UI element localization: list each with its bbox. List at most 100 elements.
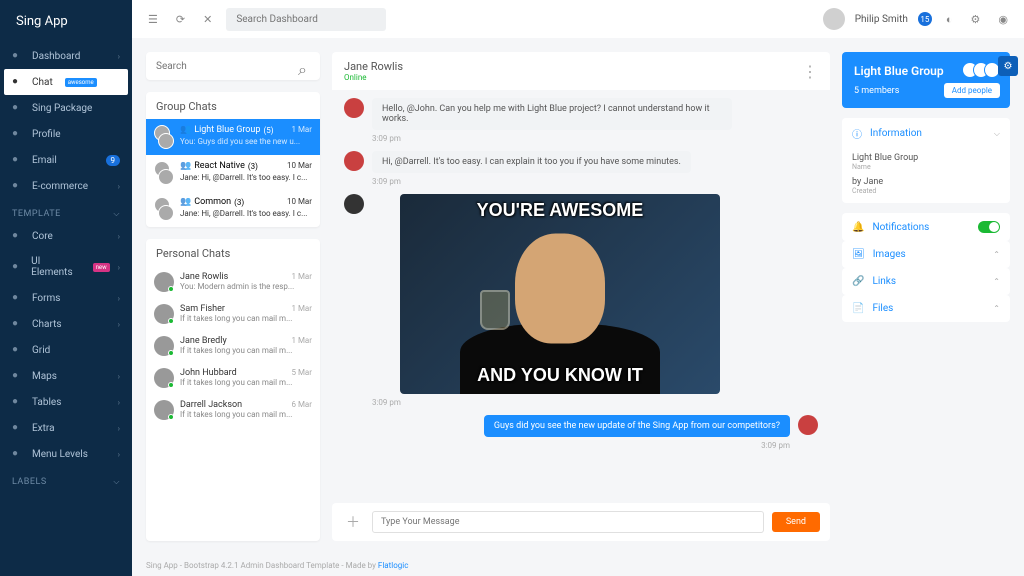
chevron-up-icon: ⌃: [993, 277, 1000, 286]
images-icon: 🖼: [852, 249, 865, 260]
maps-icon: ●: [12, 370, 24, 382]
meme-image: YOU'RE AWESOMEAND YOU KNOW IT: [400, 194, 720, 394]
info-creator: by JaneCreated: [842, 173, 1010, 203]
charts-icon: ●: [12, 318, 24, 330]
home-icon: ●: [12, 50, 24, 62]
people-icon: 👥: [180, 197, 191, 207]
brand: Sing App: [0, 0, 132, 43]
nav-forms[interactable]: ●Forms›: [0, 285, 132, 311]
package-icon: ●: [12, 102, 24, 114]
info-icon: ⓘ: [852, 126, 862, 141]
personal-chat-item[interactable]: Darrell Jackson6 MarIf it takes long you…: [146, 394, 320, 426]
chevron-icon: ›: [118, 294, 120, 303]
menu-icon[interactable]: ☰: [144, 9, 162, 30]
send-button[interactable]: Send: [772, 512, 820, 532]
files-icon: 📄: [852, 303, 864, 314]
user-name[interactable]: Philip Smith: [855, 14, 908, 25]
nav-extra[interactable]: ●Extra›: [0, 415, 132, 441]
grid-icon: ●: [12, 344, 24, 356]
notifications-icon: 🔔: [852, 222, 864, 233]
group-avatars: [967, 62, 1000, 78]
group-chat-item[interactable]: 👥 Light Blue Group (5)You: Guys did you …: [146, 119, 320, 155]
chat-menu-icon[interactable]: ⋮: [802, 62, 818, 81]
extra-icon: ●: [12, 422, 24, 434]
nav-e-commerce[interactable]: ●E-commerce›: [0, 173, 132, 199]
nav-chat[interactable]: ●Chatawesome: [4, 69, 128, 95]
personal-chat-item[interactable]: Jane Bredly1 MarIf it takes long you can…: [146, 330, 320, 362]
personal-chats-heading: Personal Chats: [146, 239, 320, 266]
avatar: [344, 98, 364, 118]
refresh-icon[interactable]: ⟳: [172, 9, 189, 30]
nav-grid[interactable]: ●Grid: [0, 337, 132, 363]
email-icon: ●: [12, 154, 24, 166]
notif-badge[interactable]: 15: [918, 12, 932, 26]
forms-icon: ●: [12, 292, 24, 304]
personal-chat-item[interactable]: Jane Rowlis1 MarYou: Modern admin is the…: [146, 266, 320, 298]
attach-icon[interactable]: ＋: [342, 512, 364, 532]
info-links-row[interactable]: 🔗Links⌃: [842, 268, 1010, 295]
avatar: [344, 194, 364, 214]
nav-maps[interactable]: ●Maps›: [0, 363, 132, 389]
nav-menu-levels[interactable]: ●Menu Levels›: [0, 441, 132, 467]
theme-icon[interactable]: ◐: [942, 9, 957, 30]
chevron-down-icon: ⌵: [994, 129, 1000, 139]
group-card: Light Blue Group 5 members Add people ⚙: [842, 52, 1010, 108]
chat-body: Hello, @John. Can you help me with Light…: [332, 90, 830, 497]
msg-time: 3:09 pm: [372, 134, 818, 143]
chat-header: Jane Rowlis Online ⋮: [332, 52, 830, 90]
group-chats-heading: Group Chats: [146, 92, 320, 119]
search-icon[interactable]: ⌕: [298, 60, 310, 72]
nav-ui-elements[interactable]: ●UI Elementsnew›: [0, 249, 132, 285]
group-settings-icon[interactable]: ⚙: [998, 56, 1018, 76]
chat-status: Online: [344, 73, 403, 82]
footer: Sing App - Bootstrap 4.2.1 Admin Dashboa…: [132, 555, 1024, 576]
avatar: [154, 304, 174, 324]
avatar[interactable]: [823, 8, 845, 30]
msg-bubble: Hi, @Darrell. It's too easy. I can expla…: [372, 151, 691, 173]
msg-bubble: Guys did you see the new update of the S…: [484, 415, 790, 437]
chevron-icon: ›: [118, 182, 120, 191]
msg-time: 3:09 pm: [372, 177, 818, 186]
nav-section-labels: LABELS⌵: [0, 467, 132, 491]
tables-icon: ●: [12, 396, 24, 408]
info-name: Light Blue GroupName: [842, 149, 1010, 173]
chevron-icon: ›: [118, 372, 120, 381]
personal-chat-item[interactable]: John Hubbard5 MarIf it takes long you ca…: [146, 362, 320, 394]
chevron-up-icon: ⌃: [993, 250, 1000, 259]
info-notifications-row[interactable]: 🔔Notifications: [842, 213, 1010, 241]
avatar: [154, 336, 174, 356]
people-icon: 👥: [180, 161, 191, 171]
nav-section-template: TEMPLATE⌵: [0, 199, 132, 223]
search-input[interactable]: [226, 8, 386, 31]
nav-email[interactable]: ●Email9: [0, 147, 132, 173]
avatar: [154, 368, 174, 388]
nav-dashboard[interactable]: ●Dashboard›: [0, 43, 132, 69]
toggle[interactable]: [978, 221, 1000, 233]
avatar: [798, 415, 818, 435]
info-images-row[interactable]: 🖼Images⌃: [842, 241, 1010, 268]
add-people-button[interactable]: Add people: [944, 83, 1000, 98]
globe-icon[interactable]: ◉: [994, 9, 1012, 30]
compose-input[interactable]: [372, 511, 764, 533]
nav-core[interactable]: ●Core›: [0, 223, 132, 249]
gear-icon[interactable]: ⚙: [967, 9, 985, 30]
group-chats-panel: Group Chats 👥 Light Blue Group (5)You: G…: [146, 92, 320, 227]
people-icon: 👥: [180, 125, 191, 135]
nav-sing-package[interactable]: ●Sing Package: [0, 95, 132, 121]
chat-title: Jane Rowlis: [344, 60, 403, 73]
chat-search: ⌕: [146, 52, 320, 80]
info-information-row[interactable]: ⓘ Information ⌵: [842, 118, 1010, 149]
nav-profile[interactable]: ●Profile: [0, 121, 132, 147]
chat-icon: ●: [12, 76, 24, 88]
info-files-row[interactable]: 📄Files⌃: [842, 295, 1010, 322]
nav-tables[interactable]: ●Tables›: [0, 389, 132, 415]
chat-search-input[interactable]: [156, 61, 298, 72]
footer-link[interactable]: Flatlogic: [378, 561, 408, 570]
group-chat-item[interactable]: 👥 React Native (3)Jane: Hi, @Darrell. It…: [146, 155, 320, 191]
ui-icon: ●: [12, 261, 23, 273]
nav-charts[interactable]: ●Charts›: [0, 311, 132, 337]
chevron-icon: ›: [118, 263, 120, 272]
close-icon[interactable]: ✕: [199, 9, 216, 30]
personal-chat-item[interactable]: Sam Fisher1 MarIf it takes long you can …: [146, 298, 320, 330]
group-chat-item[interactable]: 👥 Common (3)Jane: Hi, @Darrell. It's too…: [146, 191, 320, 227]
